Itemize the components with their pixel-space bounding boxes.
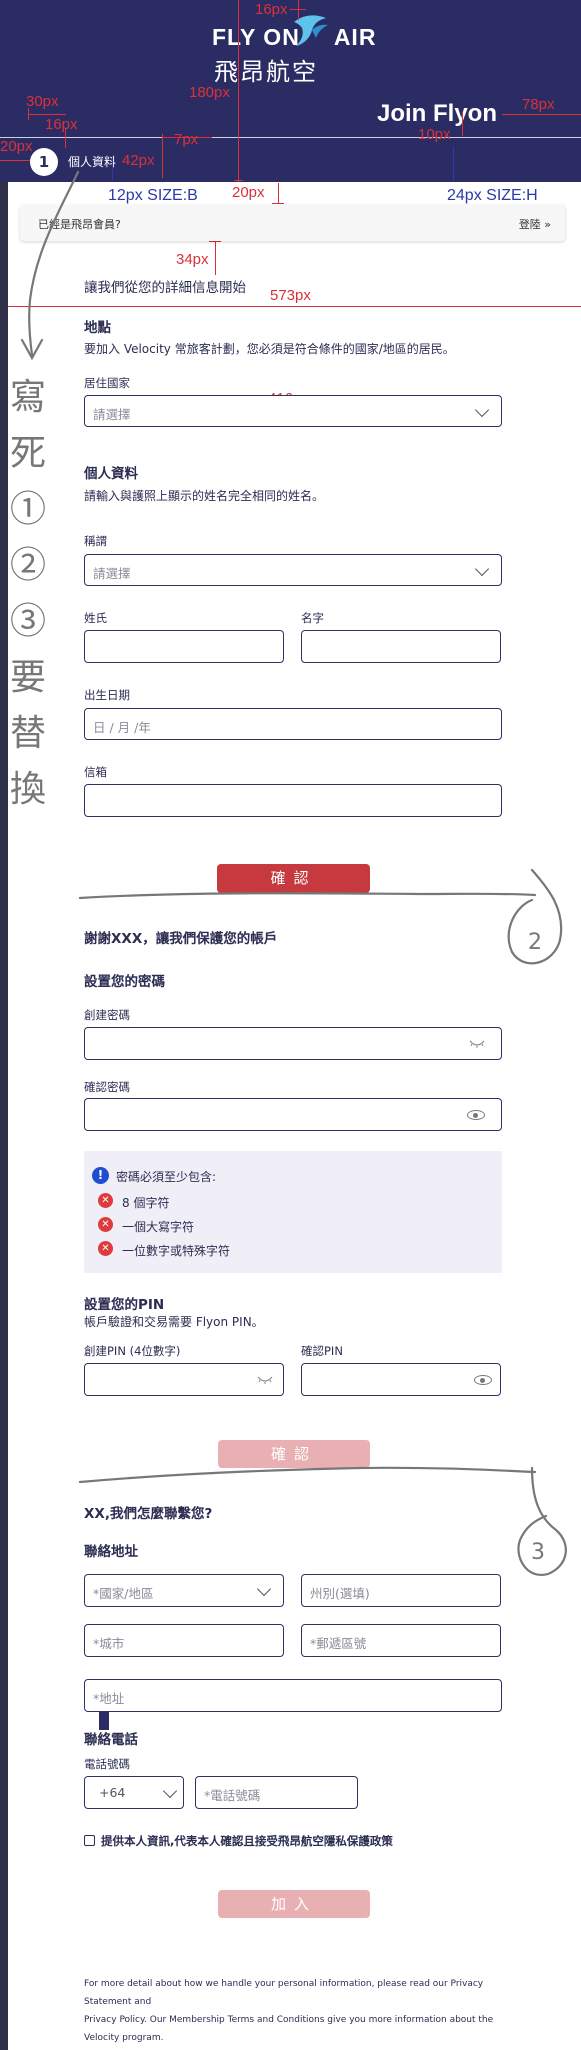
arrow-stroke bbox=[28, 170, 80, 357]
divider-stroke bbox=[78, 892, 537, 900]
handwritten-note: 寫死 ① ② ③ 要替換 bbox=[10, 377, 47, 810]
handwritten-circle-3: 3 bbox=[531, 1540, 545, 1565]
handwritten-circle-2: 2 bbox=[528, 930, 542, 955]
divider-stroke bbox=[78, 1466, 537, 1484]
handwritten-marks bbox=[20, 170, 567, 1577]
